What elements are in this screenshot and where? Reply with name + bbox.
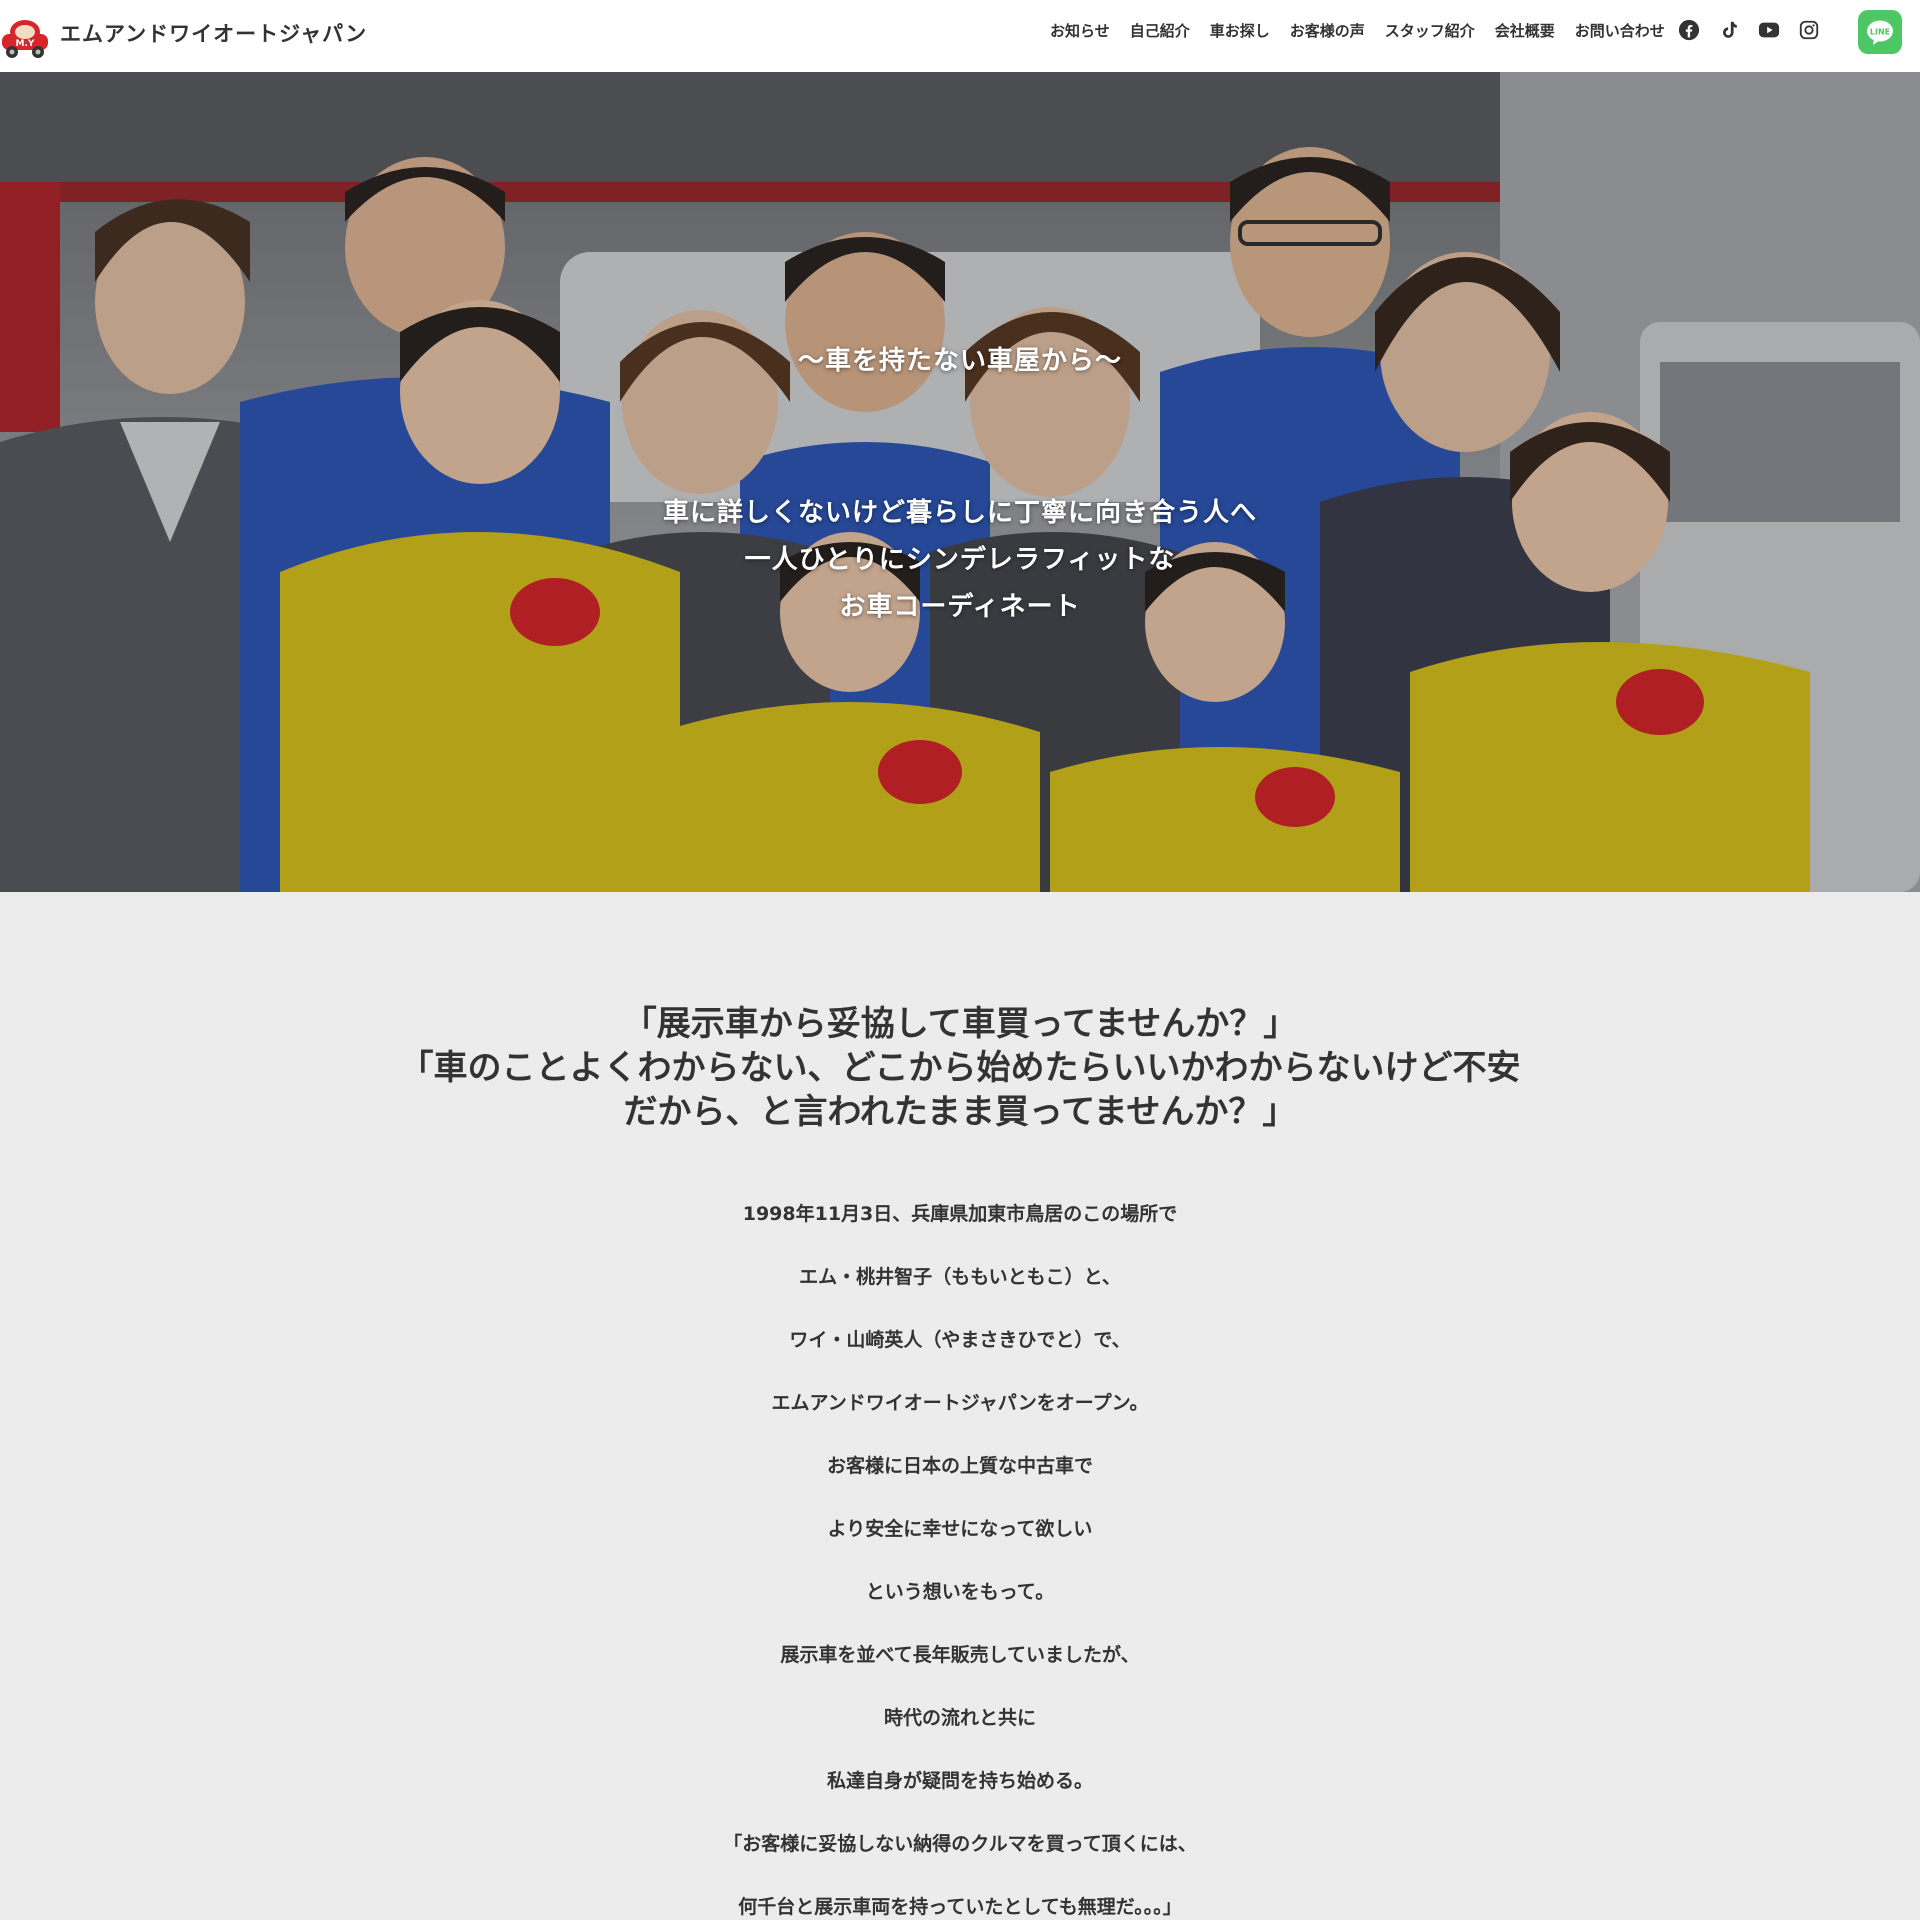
story-paragraph: 私達自身が疑問を持ち始める。 (826, 1770, 1093, 1792)
svg-text:M.Y: M.Y (16, 39, 35, 49)
lead-heading: 「展示車から妥協して車買ってませんか？」 「車のことよくわからない、どこから始め… (0, 1002, 1920, 1134)
hero-section: 〜車を持たない車屋から〜 車に詳しくないけど暮らしに丁寧に向き合う人へ 一人ひと… (0, 72, 1920, 892)
story-paragraph: 何千台と展示車両を持っていたとしても無理だ。。。」 (738, 1896, 1182, 1918)
nav-item-about[interactable]: 自己紹介 (1130, 20, 1190, 41)
lead-line: 「車のことよくわからない、どこから始めたらいいかわからないけど不安 (399, 1048, 1521, 1088)
story-paragraph: エムアンドワイオートジャパンをオープン。 (771, 1392, 1149, 1414)
hero-line: お車コーディネート (839, 592, 1081, 622)
story-paragraph: 「お客様に妥協しない納得のクルマを買って頂くには、 (723, 1833, 1197, 1855)
lead-line: 「展示車から妥協して車買ってませんか？」 (622, 1004, 1298, 1044)
hero-catchcopy: 車に詳しくないけど暮らしに丁寧に向き合う人へ 一人ひとりにシンデレラフィットな … (0, 490, 1920, 631)
site-header: M.Y エムアンドワイオートジャパン お知らせ 自己紹介 車お探し お客様の声 … (0, 0, 1920, 72)
story-paragraph: 展示車を並べて長年販売していましたが、 (780, 1644, 1140, 1666)
hero-overlay (0, 72, 1920, 892)
hero-line: 車に詳しくないけど暮らしに丁寧に向き合う人へ (662, 498, 1257, 528)
social-links (1678, 19, 1820, 41)
story-paragraph: より安全に幸せになって欲しい (827, 1518, 1093, 1540)
svg-text:LINE: LINE (1870, 28, 1890, 37)
hero-line: 一人ひとりにシンデレラフィットな (744, 545, 1176, 575)
site-title[interactable]: エムアンドワイオートジャパン (60, 18, 367, 48)
main-nav: お知らせ 自己紹介 車お探し お客様の声 スタッフ紹介 会社概要 お問い合わせ (1050, 20, 1685, 41)
story-paragraph: ワイ・山崎英人（やまさきひでと）で、 (789, 1329, 1131, 1351)
story-paragraph: 1998年11月3日、兵庫県加東市鳥居のこの場所で (742, 1203, 1178, 1225)
story-paragraph: という想いをもって。 (865, 1581, 1055, 1603)
story-paragraph: 時代の流れと共に (883, 1707, 1036, 1729)
nav-item-news[interactable]: お知らせ (1050, 20, 1110, 41)
nav-item-voices[interactable]: お客様の声 (1290, 20, 1365, 41)
nav-item-company[interactable]: 会社概要 (1495, 20, 1555, 41)
nav-item-car-search[interactable]: 車お探し (1210, 20, 1270, 41)
hero-subtitle: 〜車を持たない車屋から〜 (797, 346, 1122, 376)
instagram-icon[interactable] (1798, 19, 1820, 41)
facebook-icon[interactable] (1678, 19, 1700, 41)
nav-item-staff[interactable]: スタッフ紹介 (1385, 20, 1475, 41)
story-paragraph: お客様に日本の上質な中古車で (826, 1455, 1093, 1477)
logo-car-icon[interactable]: M.Y (0, 10, 50, 62)
nav-item-contact[interactable]: お問い合わせ (1575, 20, 1665, 41)
company-story: 1998年11月3日、兵庫県加東市鳥居のこの場所で エム・桃井智子（ももいともこ… (0, 1199, 1920, 1920)
story-paragraph: エム・桃井智子（ももいともこ）と、 (799, 1266, 1121, 1288)
tiktok-icon[interactable] (1718, 19, 1740, 41)
lead-line: だから、と言われたまま買ってませんか？」 (623, 1092, 1297, 1132)
line-button[interactable]: LINE (1858, 10, 1902, 54)
youtube-icon[interactable] (1758, 19, 1780, 41)
line-icon: LINE (1867, 20, 1893, 45)
